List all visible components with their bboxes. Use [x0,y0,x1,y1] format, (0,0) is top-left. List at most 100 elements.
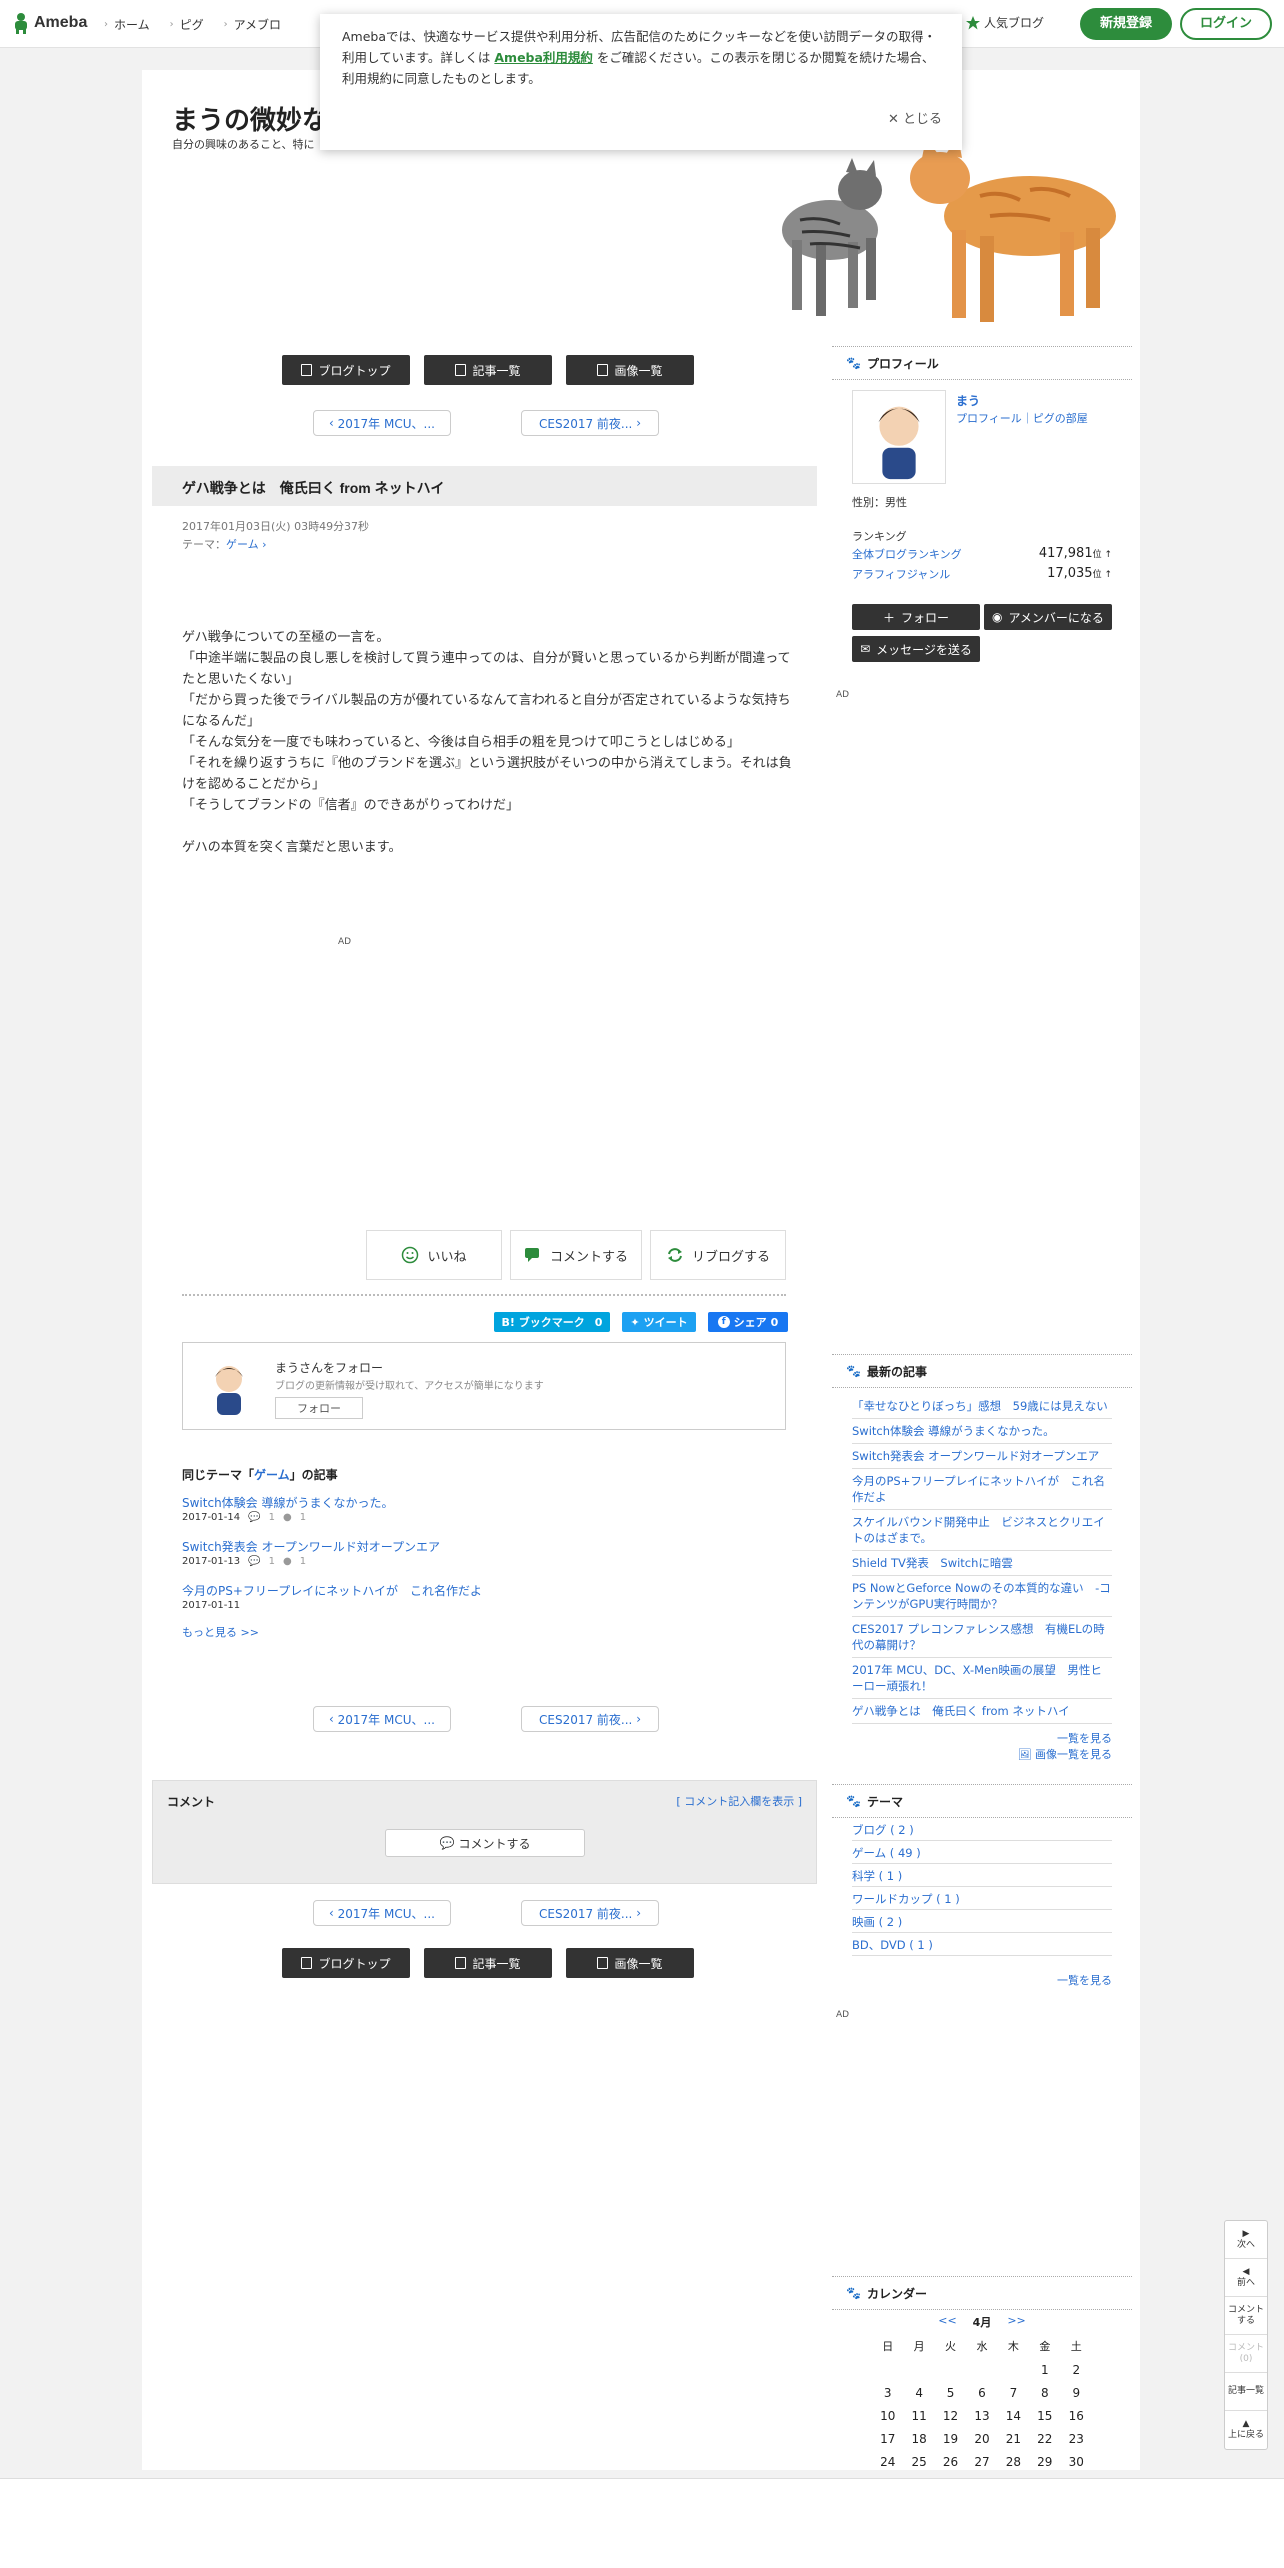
latest-entry-link[interactable]: PS NowとGeforce Nowのその本質的な違い -コンテンツがGPU実行… [852,1576,1112,1617]
amember-button[interactable]: ◉ アメンバーになる [984,604,1112,630]
next-page-button[interactable]: ▶ 次へ [1225,2221,1267,2259]
calendar-day: 17 [880,2431,896,2446]
reblog-button[interactable]: リブログする [650,1230,786,1280]
weekday: 木 [1007,2340,1019,2353]
register-button[interactable]: 新規登録 [1080,8,1172,40]
next-entry-link[interactable]: CES2017 前夜... › [521,1900,659,1926]
related-entry-date: 2017-01-14 [182,1512,241,1523]
next-entry-link[interactable]: CES2017 前夜... › [521,410,659,436]
latest-entry-link[interactable]: Switch体験会 導線がうまくなかった。 [852,1419,1112,1444]
prev-entry-link[interactable]: ‹ 2017年 MCU、... [313,1706,451,1732]
ranking-all-value: 417,981位 ↑ [1039,546,1112,562]
theme-link[interactable]: 科学 ( 1 ) [852,1864,1112,1887]
latest-entry-link[interactable]: ゲハ戦争とは 俺氏曰く from ネットハイ [852,1699,1112,1724]
profile-sex: 性別：男性 [852,496,907,509]
theme-link[interactable]: 映画 ( 2 ) [852,1910,1112,1933]
calendar-day: 16 [1068,2408,1084,2423]
like-button[interactable]: いいね [366,1230,502,1280]
profile-links[interactable]: プロフィール｜ピグの部屋 [956,410,1088,426]
related-entry-link[interactable]: 今月のPS+フリープレイにネットハイが これ名作だよ [182,1582,602,1600]
profile-name[interactable]: まう [956,392,980,409]
theme-link[interactable]: ゲーム ( 49 ) [852,1841,1112,1864]
blog-top-button[interactable]: ブログトップ [282,1948,410,1978]
side-entry-list-button[interactable]: 記事一覧 [1225,2373,1267,2411]
blog-title[interactable]: まうの微妙な [172,100,328,137]
amember-label: アメンバーになる [1008,610,1104,625]
nav-pigg[interactable]: › ピグ [170,16,204,33]
gray-tabby-cat [782,158,882,316]
entry-paragraph: 「だから買った後でライバル製品の方が優れているなんて言われると自分が否定されてい… [182,693,791,729]
image-list-all-label: 画像一覧を見る [1035,1748,1112,1761]
side-comment-count: コメント(0) [1225,2335,1267,2373]
nav-ameblo[interactable]: › アメブロ [224,16,281,33]
related-entry-link[interactable]: Switch体験会 導線がうまくなかった。 [182,1494,602,1512]
side-comment-button[interactable]: コメントする [1225,2297,1267,2335]
chevron-left-icon: ‹ [329,1712,338,1726]
comment-button[interactable]: コメントする [510,1230,642,1280]
follow-button[interactable]: フォロー [275,1397,363,1419]
image-list-button[interactable]: 画像一覧 [566,1948,694,1978]
theme-list-all-link[interactable]: 一覧を見る [952,1972,1112,1988]
latest-entry-link[interactable]: Shield TV発表 Switchに暗雲 [852,1551,1112,1576]
entry-theme-label: テーマ： [182,538,226,551]
image-list-button[interactable]: 画像一覧 [566,355,694,385]
more-link[interactable]: もっと見る >> [182,1624,259,1640]
comment-section: コメント [ コメント記入欄を表示 ] 💬 コメントする [152,1780,817,1884]
prev-entry-link[interactable]: ‹ 2017年 MCU、... [313,410,451,436]
cookie-close-button[interactable]: ✕ とじる [888,109,942,130]
entry-title[interactable]: ゲハ戦争とは 俺氏曰く from ネットハイ [152,466,817,506]
theme-link[interactable]: BD、DVD ( 1 ) [852,1933,1112,1956]
blog-top-label: ブログトップ [318,363,391,378]
entry-list-button[interactable]: 記事一覧 [424,355,552,385]
send-message-button[interactable]: ✉ メッセージを送る [852,636,980,662]
theme-link[interactable]: ワールドカップ ( 1 ) [852,1887,1112,1910]
popular-blog-link[interactable]: 人気ブログ [966,14,1044,31]
latest-entry-link[interactable]: Switch発表会 オープンワールド対オープンエア [852,1444,1112,1469]
related-entry-meta: 2017-01-14 💬 1 ● 1 [182,1512,602,1523]
entry-theme-link[interactable]: ゲーム [226,538,259,551]
follow-box: まうさんをフォロー ブログの更新情報が受け取れて、アクセスが簡単になります フォ… [182,1342,786,1430]
show-comment-form-link[interactable]: [ コメント記入欄を表示 ] [676,1793,802,1809]
related-entry-date: 2017-01-11 [182,1600,241,1611]
profile-avatar[interactable] [852,390,946,484]
chevron-right-icon: › [223,18,228,30]
calendar-week: 17 18 19 20 21 22 23 [872,2427,1092,2450]
calendar-day: 11 [911,2408,927,2423]
back-to-top-button[interactable]: ▲ 上に戻る [1225,2411,1267,2449]
tweet-button[interactable]: ✦ ツイート [622,1312,696,1332]
latest-entry-link[interactable]: CES2017 プレコンファレンス感想 有機ELの時代の幕開け？ [852,1617,1112,1658]
facebook-share-button[interactable]: f シェア 0 [708,1312,788,1332]
entry-list-button[interactable]: 記事一覧 [424,1948,552,1978]
hatena-bookmark-button[interactable]: B! ブックマーク 0 [494,1312,610,1332]
ameba-logo-icon [15,13,27,34]
calendar-next-link[interactable]: >> [1007,2314,1025,2330]
image-list-all-link[interactable]: 🖼 画像一覧を見る [952,1746,1112,1762]
related-theme-link[interactable]: ゲーム [254,1468,290,1482]
write-comment-button[interactable]: 💬 コメントする [385,1829,585,1857]
ranking-all-link[interactable]: 全体ブログランキング [852,546,962,562]
terms-link[interactable]: Ameba利用規約 [494,50,593,65]
ranking-genre-link[interactable]: アラフィフジャンル [852,566,950,582]
reblog-icon: ● [282,1556,292,1567]
next-entry-link[interactable]: CES2017 前夜... › [521,1706,659,1732]
calendar-day: 1 [1041,2362,1049,2377]
ameba-logo[interactable]: Ameba [12,12,87,34]
profile-follow-button[interactable]: ＋ フォロー [852,604,980,630]
theme-link[interactable]: ブログ ( 2 ) [852,1818,1112,1841]
blog-top-button[interactable]: ブログトップ [282,355,410,385]
prev-page-button[interactable]: ◀ 前へ [1225,2259,1267,2297]
related-entry-link[interactable]: Switch発表会 オープンワールド対オープンエア [182,1538,602,1556]
latest-list-all-link[interactable]: 一覧を見る [952,1730,1112,1746]
login-button[interactable]: ログイン [1180,8,1272,40]
nav-home[interactable]: › ホーム [104,16,150,33]
latest-entry-link[interactable]: 「幸せなひとりぼっち」感想 59歳には見えない [852,1394,1112,1419]
prev-entry-link[interactable]: ‹ 2017年 MCU、... [313,1900,451,1926]
calendar-day [872,2358,903,2381]
nav-pigg-label: ピグ [179,17,204,32]
hatena-label: B! ブックマーク [501,1316,585,1329]
latest-entry-link[interactable]: 今月のPS+フリープレイにネットハイが これ名作だよ [852,1469,1112,1510]
latest-entry-link[interactable]: 2017年 MCU、DC、X-Men映画の展望 男性ヒーロー頑張れ！ [852,1658,1112,1699]
calendar-prev-link[interactable]: << [938,2314,956,2330]
theme-heading: 🐾 テーマ [832,1784,1132,1818]
latest-entry-link[interactable]: スケイルバウンド開発中止 ビジネスとクリエイトのはざまで。 [852,1510,1112,1551]
